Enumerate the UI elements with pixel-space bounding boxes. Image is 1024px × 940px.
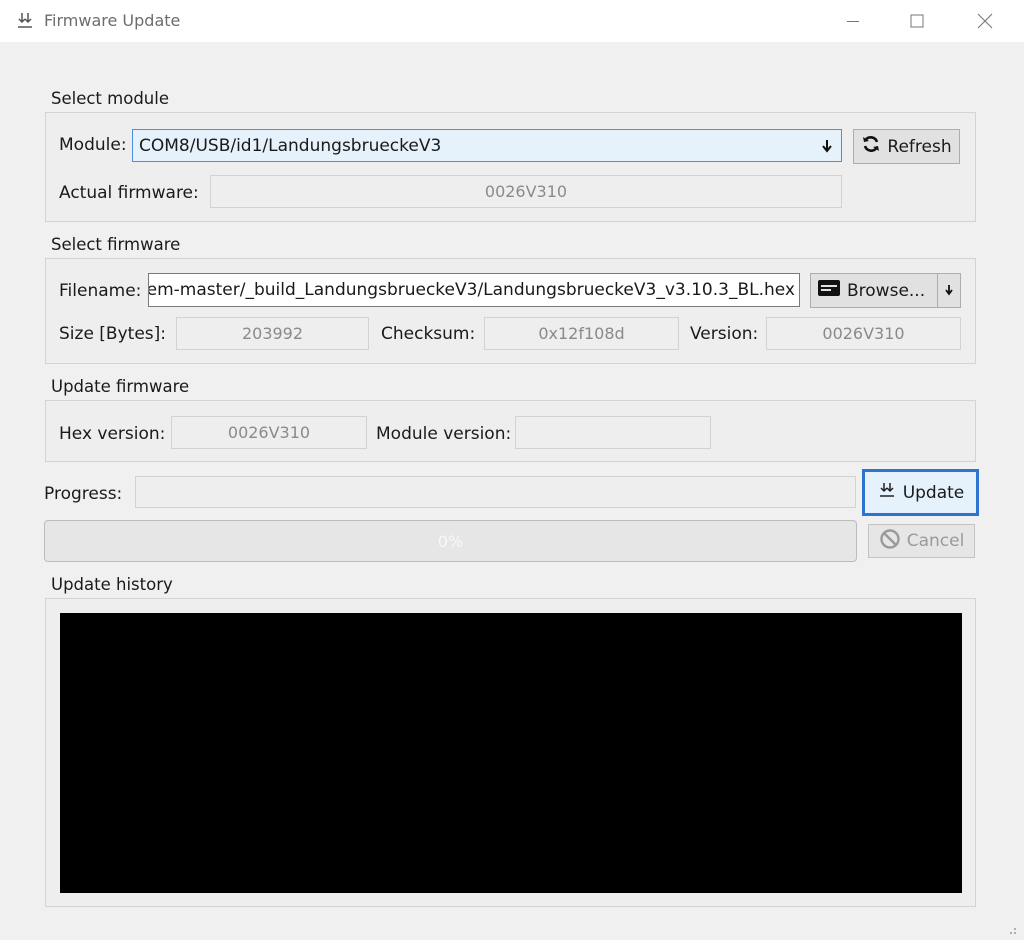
cancel-button[interactable]: Cancel — [868, 524, 975, 558]
progress-percent-text: 0% — [437, 531, 464, 551]
download-icon — [877, 481, 897, 504]
maximize-button[interactable] — [886, 0, 948, 42]
progress-label: Progress: — [44, 484, 123, 504]
version-field: 0026V310 — [766, 317, 961, 350]
actual-firmware-label: Actual firmware: — [59, 183, 199, 203]
maximize-icon — [910, 14, 924, 28]
update-button-label: Update — [902, 482, 965, 503]
browse-dropdown-button[interactable] — [937, 273, 961, 308]
close-button[interactable] — [954, 0, 1016, 42]
update-button[interactable]: Update — [862, 469, 979, 516]
filename-input[interactable]: em-master/_build_LandungsbrueckeV3/Landu… — [148, 273, 800, 307]
update-history-label: Update history — [51, 575, 173, 594]
checksum-label: Checksum: — [381, 324, 476, 344]
browse-button-label: Browse... — [847, 280, 926, 301]
title-bar: Firmware Update — [0, 0, 1024, 42]
minimize-button[interactable] — [822, 0, 884, 42]
select-module-label: Select module — [51, 89, 169, 108]
version-label: Version: — [690, 324, 759, 344]
refresh-icon — [861, 134, 881, 159]
resize-grip-icon[interactable] — [1002, 920, 1018, 936]
update-history-log[interactable] — [60, 613, 962, 893]
module-version-label: Module version: — [376, 424, 512, 444]
cancel-button-label: Cancel — [906, 531, 965, 551]
actual-firmware-field: 0026V310 — [210, 175, 842, 208]
update-firmware-label: Update firmware — [51, 377, 190, 396]
filename-value: em-master/_build_LandungsbrueckeV3/Landu… — [148, 280, 795, 300]
window-title: Firmware Update — [44, 11, 181, 30]
checksum-field: 0x12f108d — [484, 317, 679, 350]
refresh-button-label: Refresh — [887, 136, 952, 157]
size-label: Size [Bytes]: — [59, 324, 166, 344]
progress-status-field — [135, 476, 856, 508]
module-label: Module: — [59, 135, 127, 155]
minimize-icon — [846, 14, 860, 28]
module-select-value: COM8/USB/id1/LandungsbrueckeV3 — [139, 135, 442, 156]
hex-version-field: 0026V310 — [171, 416, 367, 449]
select-firmware-label: Select firmware — [51, 235, 181, 254]
module-version-field — [515, 416, 711, 449]
arrow-down-icon — [944, 281, 954, 301]
arrow-down-icon — [821, 130, 833, 161]
close-icon — [977, 13, 993, 29]
module-select[interactable]: COM8/USB/id1/LandungsbrueckeV3 — [132, 129, 842, 162]
download-icon — [14, 10, 36, 32]
filename-label: Filename: — [59, 281, 142, 301]
browse-button[interactable]: Browse... — [810, 273, 938, 308]
progress-bar: 0% — [44, 520, 857, 562]
refresh-button[interactable]: Refresh — [853, 129, 960, 164]
size-field: 203992 — [176, 317, 369, 350]
cancel-icon — [879, 528, 901, 555]
folder-icon — [817, 278, 841, 303]
hex-version-label: Hex version: — [59, 424, 166, 444]
